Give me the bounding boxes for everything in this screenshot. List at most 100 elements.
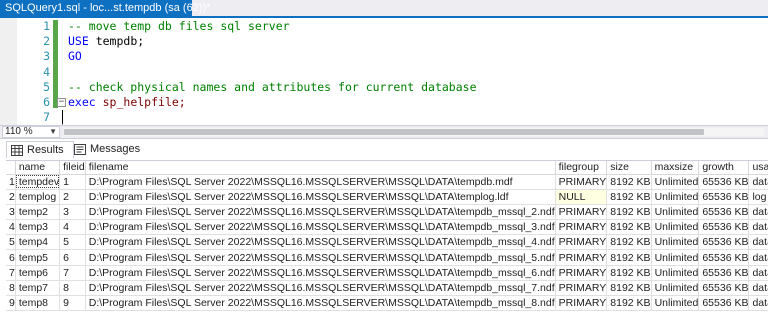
cell-name[interactable]: temp8 (15, 295, 61, 312)
cell-usage[interactable]: data only (748, 280, 768, 297)
cell-filegroup[interactable]: PRIMARY (555, 174, 608, 190)
cell-usage[interactable]: log only (748, 189, 768, 205)
cell-maxsize[interactable]: Unlimited (651, 249, 700, 266)
outline-collapse-icon[interactable]: − (57, 98, 66, 107)
cell-filename[interactable]: D:\Program Files\SQL Server 2022\MSSQL16… (85, 219, 556, 236)
cell-name[interactable]: temp7 (15, 280, 61, 297)
cell-size[interactable]: 8192 KB (606, 265, 652, 281)
table-row[interactable]: 8 temp7 8 D:\Program Files\SQL Server 2022\… (6, 280, 768, 297)
cell-size[interactable]: 8192 KB (606, 189, 652, 205)
column-header-size[interactable]: size (606, 161, 652, 175)
tab-results[interactable]: Results (6, 141, 74, 158)
cell-usage[interactable]: data only (748, 249, 768, 266)
cell-maxsize[interactable]: Unlimited (651, 189, 700, 205)
cell-maxsize[interactable]: Unlimited (651, 219, 700, 236)
cell-filegroup[interactable]: PRIMARY (555, 249, 608, 266)
cell-filegroup[interactable]: PRIMARY (555, 219, 608, 236)
cell-usage[interactable]: data only (748, 204, 768, 221)
cell-size[interactable]: 8192 KB (606, 234, 652, 251)
query-editor[interactable]: 1234567 − -- move temp db files sql serv… (0, 18, 768, 125)
cell-filename[interactable]: D:\Program Files\SQL Server 2022\MSSQL16… (85, 189, 556, 205)
cell-filename[interactable]: D:\Program Files\SQL Server 2022\MSSQL16… (85, 249, 556, 266)
cell-maxsize[interactable]: Unlimited (651, 295, 700, 312)
cell-size[interactable]: 8192 KB (606, 249, 652, 266)
cell-usage[interactable]: data only (748, 174, 768, 190)
cell-usage[interactable]: data only (748, 265, 768, 281)
cell-filename[interactable]: D:\Program Files\SQL Server 2022\MSSQL16… (85, 265, 556, 281)
cell-name[interactable]: temp4 (15, 234, 61, 251)
cell-fileid[interactable]: 8 (59, 280, 86, 297)
cell-growth[interactable]: 65536 KB (698, 219, 750, 236)
column-header-filename[interactable]: filename (85, 161, 556, 175)
cell-filegroup[interactable]: PRIMARY (555, 280, 608, 297)
table-row[interactable]: 3 temp2 3 D:\Program Files\SQL Server 2022\… (6, 204, 768, 221)
cell-growth[interactable]: 65536 KB (698, 295, 750, 312)
cell-name[interactable]: templog (15, 189, 61, 205)
cell-usage[interactable]: data only (748, 234, 768, 251)
row-number[interactable]: 6 (6, 249, 16, 266)
cell-filegroup[interactable]: NULL (555, 189, 608, 205)
cell-usage[interactable]: data only (748, 295, 768, 312)
cell-fileid[interactable]: 3 (59, 204, 86, 221)
cell-fileid[interactable]: 7 (59, 265, 86, 281)
row-number[interactable]: 2 (6, 189, 16, 205)
cell-name[interactable]: temp2 (15, 204, 61, 221)
cell-growth[interactable]: 65536 KB (698, 249, 750, 266)
cell-fileid[interactable]: 2 (59, 189, 86, 205)
cell-fileid[interactable]: 9 (59, 295, 86, 312)
cell-size[interactable]: 8192 KB (606, 204, 652, 221)
cell-filegroup[interactable]: PRIMARY (555, 295, 608, 312)
cell-size[interactable]: 8192 KB (606, 219, 652, 236)
table-row[interactable]: 1 tempdev 1 D:\Program Files\SQL Server 202… (6, 174, 768, 190)
column-header-usage[interactable]: usage (748, 161, 768, 175)
cell-size[interactable]: 8192 KB (606, 280, 652, 297)
column-header-growth[interactable]: growth (698, 161, 750, 175)
cell-fileid[interactable]: 5 (59, 234, 86, 251)
cell-fileid[interactable]: 6 (59, 249, 86, 266)
cell-growth[interactable]: 65536 KB (698, 280, 750, 297)
cell-filename[interactable]: D:\Program Files\SQL Server 2022\MSSQL16… (85, 234, 556, 251)
table-row[interactable]: 2 templog 2 D:\Program Files\SQL Server 202… (6, 189, 768, 205)
cell-growth[interactable]: 65536 KB (698, 189, 750, 205)
row-number[interactable]: 3 (6, 204, 16, 221)
table-row[interactable]: 7 temp6 7 D:\Program Files\SQL Server 2022\… (6, 265, 768, 281)
cell-name[interactable]: temp6 (15, 265, 61, 281)
cell-growth[interactable]: 65536 KB (698, 265, 750, 281)
row-number[interactable]: 9 (6, 295, 16, 312)
cell-filename[interactable]: D:\Program Files\SQL Server 2022\MSSQL16… (85, 295, 556, 312)
horizontal-scrollbar[interactable] (64, 128, 764, 136)
cell-growth[interactable]: 65536 KB (698, 234, 750, 251)
cell-filegroup[interactable]: PRIMARY (555, 265, 608, 281)
table-row[interactable]: 6 temp5 6 D:\Program Files\SQL Server 2022\… (6, 249, 768, 266)
cell-maxsize[interactable]: Unlimited (651, 174, 700, 190)
cell-filegroup[interactable]: PRIMARY (555, 204, 608, 221)
cell-filegroup[interactable]: PRIMARY (555, 234, 608, 251)
scrollbar-thumb[interactable] (64, 129, 704, 135)
cell-growth[interactable]: 65536 KB (698, 174, 750, 190)
cell-growth[interactable]: 65536 KB (698, 204, 750, 221)
tab-messages[interactable]: Messages (70, 141, 140, 158)
cell-maxsize[interactable]: Unlimited (651, 280, 700, 297)
row-number[interactable]: 1 (6, 174, 16, 190)
cell-filename[interactable]: D:\Program Files\SQL Server 2022\MSSQL16… (85, 174, 556, 190)
results-grid[interactable]: name fileid filename filegroup size maxsize gr… (6, 160, 768, 316)
zoom-select[interactable]: 110 % ▼ (2, 126, 60, 138)
query-document-tab[interactable]: SQLQuery1.sql - loc...st.tempdb (sa (62)… (0, 0, 210, 18)
row-number[interactable]: 5 (6, 234, 16, 251)
cell-fileid[interactable]: 1 (59, 174, 86, 190)
cell-filename[interactable]: D:\Program Files\SQL Server 2022\MSSQL16… (85, 280, 556, 297)
table-row[interactable]: 9 temp8 9 D:\Program Files\SQL Server 2022\… (6, 295, 768, 312)
cell-filename[interactable]: D:\Program Files\SQL Server 2022\MSSQL16… (85, 204, 556, 221)
cell-name[interactable]: temp3 (15, 219, 61, 236)
table-row[interactable]: 5 temp4 5 D:\Program Files\SQL Server 2022\… (6, 234, 768, 251)
cell-maxsize[interactable]: Unlimited (651, 204, 700, 221)
cell-name[interactable]: temp5 (15, 249, 61, 266)
cell-maxsize[interactable]: Unlimited (651, 234, 700, 251)
cell-name[interactable]: tempdev (15, 174, 61, 190)
cell-usage[interactable]: data only (748, 219, 768, 236)
cell-maxsize[interactable]: Unlimited (651, 265, 700, 281)
row-number[interactable]: 8 (6, 280, 16, 297)
cell-fileid[interactable]: 4 (59, 219, 86, 236)
table-row[interactable]: 4 temp3 4 D:\Program Files\SQL Server 2022\… (6, 219, 768, 236)
cell-size[interactable]: 8192 KB (606, 174, 652, 190)
